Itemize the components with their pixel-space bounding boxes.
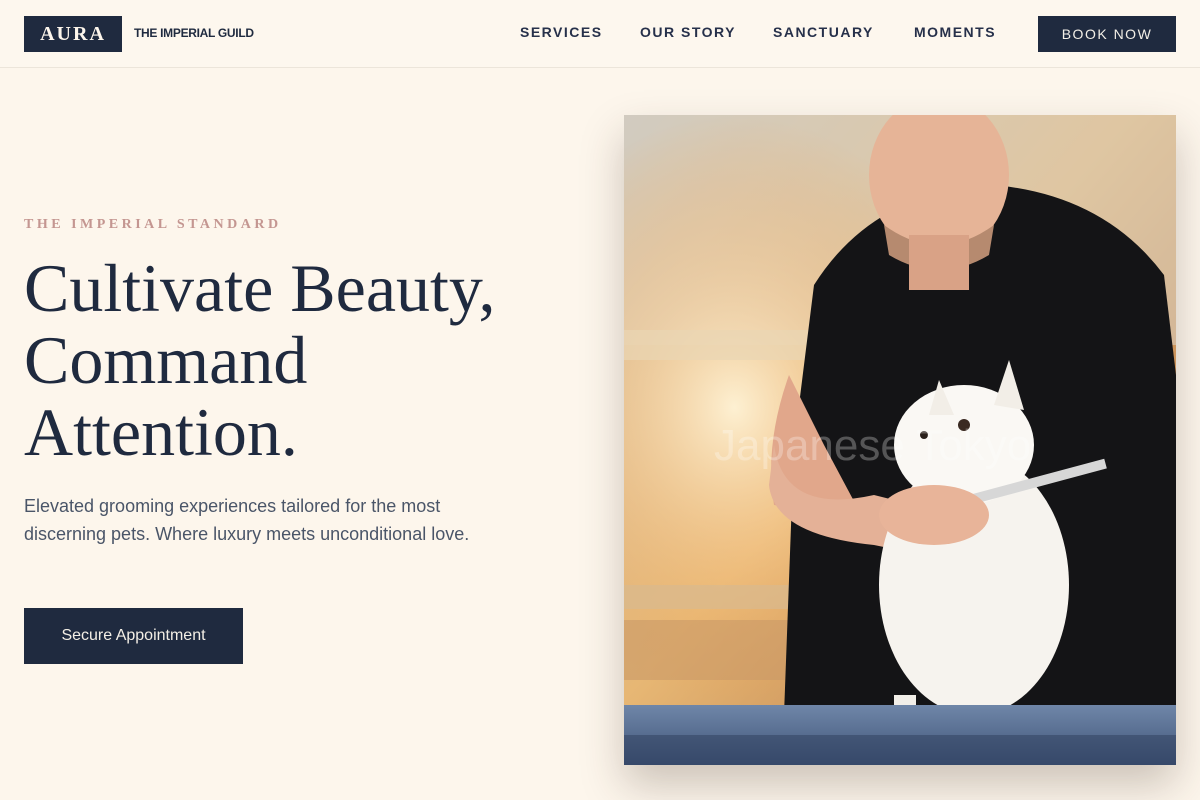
headline-line-1: Cultivate Beauty, xyxy=(24,250,496,326)
book-now-button[interactable]: BOOK NOW xyxy=(1038,16,1176,52)
nav-sanctuary[interactable]: SANCTUARY xyxy=(773,24,874,40)
hero-subtext: Elevated grooming experiences tailored f… xyxy=(24,496,470,544)
nav-our-story[interactable]: OUR STORY xyxy=(640,24,736,40)
logo-tagline: THE IMPERIAL GUILD xyxy=(134,26,254,40)
hero-headline: Cultivate Beauty, Command Attention. xyxy=(24,252,584,468)
headline-line-2: Command xyxy=(24,322,308,398)
hero-eyebrow: THE IMPERIAL STANDARD xyxy=(24,217,282,232)
nav-moments[interactable]: MOMENTS xyxy=(914,24,996,40)
secure-appointment-button[interactable]: Secure Appointment xyxy=(24,608,243,664)
site-header: AURA THE IMPERIAL GUILD SERVICES OUR STO… xyxy=(0,0,1200,68)
nav-services[interactable]: SERVICES xyxy=(520,24,603,40)
hero-image: Japanese Tokyo xyxy=(624,115,1176,765)
image-watermark: Japanese Tokyo xyxy=(714,421,1031,470)
headline-line-3: Attention. xyxy=(24,394,298,470)
logo[interactable]: AURA xyxy=(24,16,122,52)
